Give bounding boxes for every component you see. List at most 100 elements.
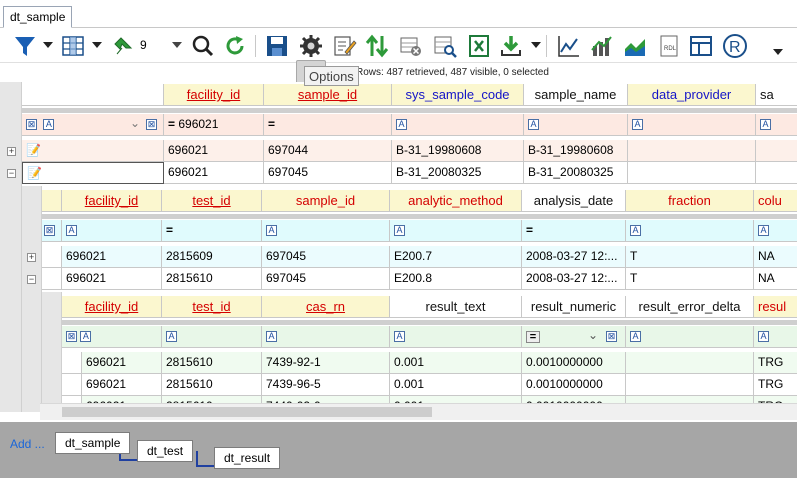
search-icon[interactable] [188,32,218,60]
table-cell[interactable]: 2008-03-27 12:... [522,246,626,268]
filter-cell[interactable]: A [390,326,522,348]
row-selector[interactable] [62,352,82,374]
column-header[interactable]: analytic_method [390,190,522,212]
column-header[interactable]: fraction [626,190,754,212]
table-row[interactable]: 696021 2815609 697045 E200.7 2008-03-27 … [42,246,797,268]
column-header[interactable]: result_error_delta [626,296,754,318]
row-selector[interactable] [42,246,62,268]
layout-icon[interactable] [686,32,716,60]
filter-cell[interactable]: A [392,114,524,136]
table-cell[interactable]: 696021 [164,140,264,162]
table-cell[interactable]: 2815610 [162,374,262,396]
table-row[interactable]: 696021 2815610 7439-96-5 0.001 0.0010000… [62,374,797,396]
r-icon[interactable]: R [720,32,750,60]
table-cell[interactable] [628,140,756,162]
column-header[interactable]: facility_id [62,190,162,212]
table-cell[interactable]: 7439-96-5 [262,374,390,396]
filter-cell[interactable]: A [754,220,797,242]
relation-node-dt-result[interactable]: dt_result [214,447,281,469]
filter-cell[interactable]: = [522,220,626,242]
table-cell[interactable]: 0.001 [390,374,522,396]
table-cell[interactable]: NA [754,268,797,290]
filter-mode-icon[interactable]: ⊠ [44,225,55,236]
filter-cell[interactable]: = [264,114,392,136]
edit-icon[interactable] [330,32,360,60]
column-header[interactable]: test_id [162,296,262,318]
table-cell[interactable]: 696021 [82,374,162,396]
add-relation-link[interactable]: Add ... [10,437,45,451]
area-chart-icon[interactable] [620,32,650,60]
bar-chart-icon[interactable] [586,32,616,60]
gear-icon[interactable] [296,32,326,60]
filter-cell[interactable]: A [524,114,628,136]
table-cell[interactable]: 2815610 [162,268,262,290]
expand-icon[interactable]: + [7,147,16,156]
filter-icon[interactable] [10,32,40,60]
spin-dropdown-icon[interactable] [172,42,182,48]
scrollbar-thumb[interactable] [62,407,432,417]
column-header[interactable]: cas_rn [262,296,390,318]
column-chooser-dropdown-icon[interactable] [92,42,102,48]
column-chooser-icon[interactable] [58,32,88,60]
filter-cell[interactable]: A [626,326,754,348]
table-cell[interactable]: NA [754,246,797,268]
table-cell[interactable] [626,374,754,396]
table-cell[interactable]: TRG [754,352,797,374]
collapse-icon[interactable]: − [7,169,16,178]
column-header[interactable]: colu [754,190,797,212]
filter-dropdown-icon[interactable]: ⌄ [588,328,598,342]
row-height-value[interactable]: 9 [140,38,147,52]
table-cell[interactable]: B-31_20080325 [524,162,628,184]
query-icon[interactable] [430,32,460,60]
column-header[interactable]: facility_id [164,84,264,106]
save-icon[interactable] [262,32,292,60]
report-icon[interactable]: RDL [654,32,684,60]
column-header[interactable]: sa [756,84,797,106]
table-cell[interactable]: B-31_19980608 [392,140,524,162]
table-row[interactable]: 696021 2815610 697045 E200.8 2008-03-27 … [42,268,797,290]
relation-node-dt-test[interactable]: dt_test [137,440,194,462]
filter-cell[interactable]: A [62,220,162,242]
filter-cell[interactable]: A [626,220,754,242]
filter-cell[interactable]: A [390,220,522,242]
table-cell[interactable]: T [626,268,754,290]
table-cell[interactable]: 696021 [82,352,162,374]
column-header[interactable]: sample_name [524,84,628,106]
filter-dropdown-icon[interactable]: ⌄ [130,116,140,130]
filter-cell[interactable]: A [754,326,797,348]
table-cell[interactable]: E200.8 [390,268,522,290]
more-dropdown-icon[interactable] [773,49,783,55]
line-chart-icon[interactable] [554,32,584,60]
table-cell[interactable]: B-31_20080325 [392,162,524,184]
table-row[interactable]: 📝 696021 697045 B-31_20080325 B-31_20080… [22,162,797,184]
filter-dropdown-icon[interactable] [43,42,53,48]
table-row[interactable]: 696021 2815610 7439-92-1 0.001 0.0010000… [62,352,797,374]
table-cell[interactable]: 0.0010000000 [522,374,626,396]
column-header[interactable]: sample_id [264,84,392,106]
column-header[interactable]: resul [754,296,797,318]
filter-mode-icon[interactable]: ⊠ [26,119,37,130]
row-selector[interactable] [62,374,82,396]
table-cell[interactable]: 697045 [264,162,392,184]
column-header[interactable]: sample_id [262,190,390,212]
table-cell[interactable]: 2815609 [162,246,262,268]
table-cell[interactable]: 696021 [62,246,162,268]
filter-cell[interactable]: ⊠ [42,220,62,242]
column-header[interactable]: result_numeric [522,296,626,318]
table-cell[interactable] [756,162,797,184]
table-cell[interactable] [628,162,756,184]
table-cell[interactable]: 0.0010000000 [522,352,626,374]
table-cell[interactable] [626,352,754,374]
table-cell[interactable]: 2008-03-27 12:... [522,268,626,290]
filter-cell[interactable]: A [756,114,797,136]
download-dropdown-icon[interactable] [531,42,541,48]
filter-cell[interactable]: = [162,220,262,242]
filter-cell[interactable]: A [628,114,756,136]
filter-cell[interactable]: = 696021 [164,114,264,136]
row-detail-cell[interactable]: 📝 [22,162,164,184]
table-cell[interactable]: 697045 [262,268,390,290]
download-icon[interactable] [496,32,526,60]
table-cell[interactable]: B-31_19980608 [524,140,628,162]
relation-node-dt-sample[interactable]: dt_sample [55,432,131,454]
table-cell[interactable]: TRG [754,374,797,396]
